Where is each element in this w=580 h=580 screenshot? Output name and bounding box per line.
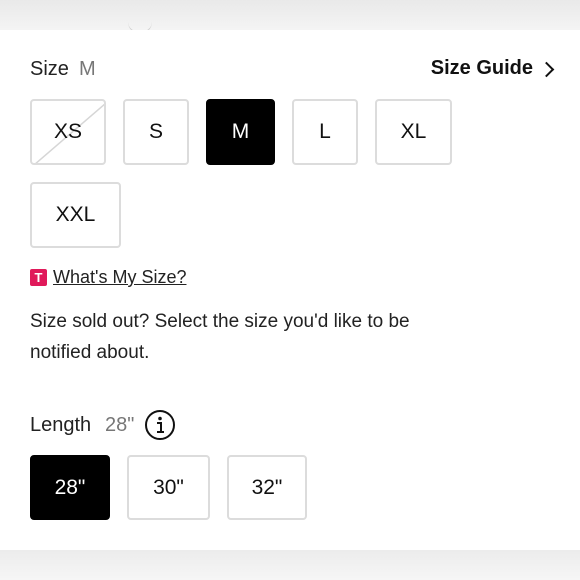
size-option-l[interactable]: L — [292, 99, 358, 165]
size-guide-label: Size Guide — [430, 57, 533, 79]
size-option-label: XL — [400, 120, 427, 143]
background-top — [0, 0, 580, 30]
size-option-label: XXL — [55, 203, 96, 226]
length-option-30[interactable]: 30" — [127, 455, 210, 520]
size-option-s[interactable]: S — [123, 99, 189, 165]
length-option-label: 28" — [54, 475, 86, 499]
info-circle-icon[interactable] — [144, 409, 176, 441]
size-option-xxl[interactable]: XXL — [30, 182, 121, 248]
size-option-label: M — [231, 120, 250, 143]
size-option-xl[interactable]: XL — [375, 99, 452, 165]
chevron-right-icon — [538, 61, 555, 77]
length-option-label: 32" — [251, 475, 283, 499]
length-option-label: 30" — [153, 475, 184, 499]
size-option-xs[interactable]: XS — [30, 99, 106, 165]
size-selected-value: M — [79, 58, 96, 80]
size-option-m[interactable]: M — [206, 99, 275, 165]
background-bottom — [0, 550, 580, 580]
length-option-32[interactable]: 32" — [227, 455, 307, 520]
length-option-28[interactable]: 28" — [30, 455, 110, 520]
length-label: Length — [30, 414, 92, 436]
whats-my-size-row: T What's My Size? — [30, 267, 186, 288]
sold-out-message: Size sold out? Select the size you'd lik… — [30, 311, 410, 363]
length-selected-value: 28" — [105, 414, 135, 436]
size-label: Size — [30, 58, 69, 80]
whats-my-size-link[interactable]: What's My Size? — [53, 267, 186, 288]
size-guide-link[interactable]: Size Guide — [430, 57, 555, 80]
size-option-label: S — [148, 120, 163, 143]
size-option-label: L — [319, 120, 331, 143]
t-badge-icon: T — [30, 269, 47, 286]
size-option-label: XS — [53, 120, 82, 143]
